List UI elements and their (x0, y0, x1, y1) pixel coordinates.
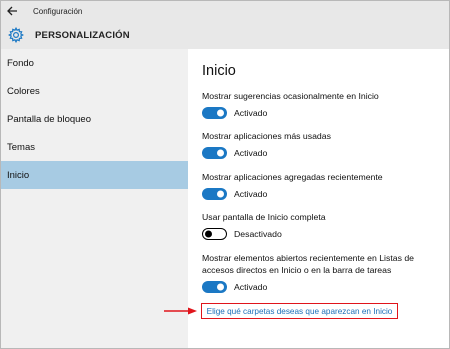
toggle-state: Activado (234, 148, 268, 158)
toggle-switch[interactable] (202, 281, 227, 293)
setting-label: Mostrar aplicaciones más usadas (202, 131, 331, 141)
sidebar-item-label: Pantalla de bloqueo (7, 113, 91, 125)
sidebar-item-fondo[interactable]: Fondo (1, 49, 188, 77)
setting-toggle-row: Activado (202, 281, 267, 293)
gear-icon (7, 26, 25, 44)
sidebar-item-inicio[interactable]: Inicio (1, 161, 188, 189)
sidebar-item-label: Temas (7, 141, 35, 153)
main-content: Inicio Mostrar sugerencias ocasionalment… (188, 49, 449, 348)
sidebar-item-pantalla-de-bloqueo[interactable]: Pantalla de bloqueo (1, 105, 188, 133)
toggle-state: Activado (234, 189, 268, 199)
sidebar: Fondo Colores Pantalla de bloqueo Temas … (1, 49, 188, 348)
title-bar: Configuración (1, 1, 449, 21)
choose-folders-link[interactable]: Elige qué carpetas deseas que aparezcan … (207, 307, 393, 316)
window-title: Configuración (33, 6, 83, 16)
back-arrow-icon (7, 6, 17, 16)
toggle-switch[interactable] (202, 188, 227, 200)
sidebar-item-label: Fondo (7, 57, 34, 69)
toggle-state: Activado (234, 108, 268, 118)
toggle-knob (217, 190, 224, 198)
back-button[interactable] (1, 1, 23, 21)
red-arrow-annotation (164, 307, 197, 315)
toggle-knob (217, 109, 224, 117)
setting-toggle-row: Activado (202, 188, 267, 200)
toggle-knob (205, 230, 212, 238)
sidebar-item-temas[interactable]: Temas (1, 133, 188, 161)
toggle-knob (217, 283, 224, 291)
toggle-switch[interactable] (202, 147, 227, 159)
settings-window: Configuración PERSONALIZACIÓN Fondo Colo… (0, 0, 450, 349)
toggle-state: Desactivado (234, 229, 282, 239)
toggle-knob (217, 149, 224, 157)
setting-toggle-row: Desactivado (202, 228, 282, 240)
page-title: Inicio (202, 63, 236, 79)
setting-label: Usar pantalla de Inicio completa (202, 212, 326, 222)
toggle-switch[interactable] (202, 228, 227, 240)
setting-toggle-row: Activado (202, 147, 267, 159)
setting-label: Mostrar aplicaciones agregadas recientem… (202, 172, 383, 182)
setting-toggle-row: Activado (202, 107, 267, 119)
toggle-switch[interactable] (202, 107, 227, 119)
setting-label: Mostrar sugerencias ocasionalmente en In… (202, 91, 379, 101)
setting-label: Mostrar elementos abiertos recientemente… (202, 253, 414, 275)
section-title: PERSONALIZACIÓN (35, 29, 130, 41)
page-header: PERSONALIZACIÓN (1, 21, 449, 49)
sidebar-item-colores[interactable]: Colores (1, 77, 188, 105)
toggle-state: Activado (234, 282, 268, 292)
sidebar-item-label: Inicio (7, 169, 30, 181)
sidebar-item-label: Colores (7, 85, 40, 97)
highlight-box: Elige qué carpetas deseas que aparezcan … (201, 303, 398, 319)
